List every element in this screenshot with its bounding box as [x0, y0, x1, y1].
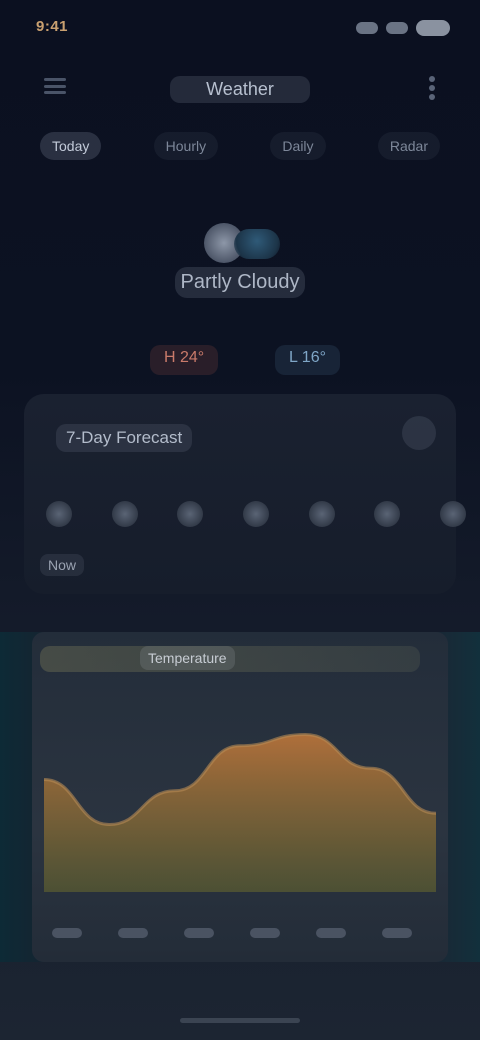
more-options-icon[interactable] — [428, 76, 436, 100]
app-header: Weather — [0, 66, 480, 110]
partly-cloudy-icon — [198, 219, 282, 265]
current-conditions: Partly Cloudy H 24° L 16° — [0, 205, 480, 385]
high-temp: H 24° — [150, 345, 219, 375]
x-tick — [184, 928, 214, 938]
day-forecast-icon[interactable] — [374, 501, 401, 527]
tab-daily[interactable]: Daily — [270, 132, 326, 160]
status-time: 9:41 — [36, 18, 69, 35]
view-tabs: Today Hourly Daily Radar — [40, 128, 440, 164]
x-tick — [382, 928, 412, 938]
x-tick — [118, 928, 148, 938]
days-row — [46, 494, 466, 534]
expand-icon[interactable] — [402, 416, 436, 450]
day-forecast-icon[interactable] — [177, 501, 204, 527]
day-forecast-icon[interactable] — [46, 501, 72, 527]
tab-today[interactable]: Today — [40, 132, 102, 160]
day-forecast-icon[interactable] — [308, 501, 335, 527]
now-label: Now — [40, 554, 85, 576]
home-indicator[interactable] — [180, 1018, 300, 1023]
menu-icon[interactable] — [44, 78, 66, 94]
battery-icon — [416, 20, 450, 36]
weather-screen: 9:41 Weather Today Hourly Daily Radar Pa… — [0, 0, 480, 1040]
wifi-icon — [386, 22, 408, 34]
signal-icon — [356, 22, 378, 34]
status-icons — [356, 20, 450, 36]
tab-radar[interactable]: Radar — [377, 132, 440, 160]
forecast-card[interactable]: 7-Day Forecast Now — [24, 394, 466, 594]
x-tick — [52, 928, 82, 938]
day-forecast-icon[interactable] — [111, 501, 138, 527]
page-title: Weather — [170, 76, 310, 103]
x-tick — [316, 928, 346, 938]
x-tick — [250, 928, 280, 938]
tab-hourly[interactable]: Hourly — [153, 132, 219, 160]
low-temp: L 16° — [275, 345, 340, 375]
temperature-area — [44, 734, 436, 892]
hi-lo-temps: H 24° L 16° — [150, 345, 340, 375]
status-bar: 9:41 — [0, 0, 480, 60]
day-forecast-icon[interactable] — [439, 501, 466, 527]
chart-card: Temperature — [0, 632, 480, 962]
temperature-chart — [43, 732, 437, 938]
forecast-title: 7-Day Forecast — [56, 424, 193, 452]
chart-label: Temperature — [140, 646, 235, 670]
condition-text: Partly Cloudy — [175, 267, 305, 298]
day-forecast-icon[interactable] — [242, 501, 269, 527]
